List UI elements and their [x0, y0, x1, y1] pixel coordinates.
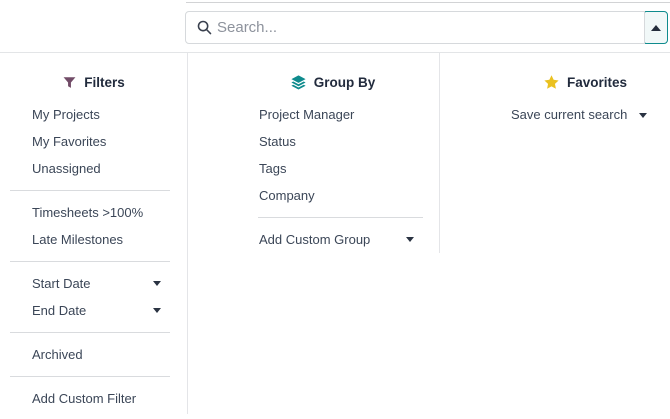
add-custom-filter-item[interactable]: Add Custom Filter [0, 385, 187, 412]
search-options-panel: Filters My Projects My Favorites Unassig… [0, 52, 670, 414]
caret-down-icon [406, 237, 414, 242]
groupby-item-company[interactable]: Company [188, 182, 439, 209]
groupby-title: Group By [314, 75, 376, 90]
add-custom-group-item[interactable]: Add Custom Group [188, 226, 439, 253]
favorites-header: Favorites [470, 72, 670, 92]
groupby-divider [258, 217, 423, 218]
groupby-header: Group By [207, 72, 458, 92]
filter-item-my-favorites[interactable]: My Favorites [0, 128, 187, 155]
add-custom-group-label: Add Custom Group [259, 232, 370, 247]
filters-divider-1 [10, 190, 170, 191]
filter-item-end-date-label: End Date [32, 303, 86, 318]
search-icon [196, 19, 213, 36]
caret-down-icon [153, 308, 161, 313]
save-current-search-label: Save current search [511, 107, 627, 122]
favorites-title: Favorites [567, 75, 627, 90]
filters-divider-3 [10, 332, 170, 333]
groupby-item-status[interactable]: Status [188, 128, 439, 155]
search-input[interactable] [185, 11, 645, 44]
filter-funnel-icon [62, 75, 77, 90]
save-current-search-item[interactable]: Save current search [440, 101, 670, 128]
caret-up-icon [651, 25, 661, 31]
groupby-item-tags[interactable]: Tags [188, 155, 439, 182]
filter-item-timesheets[interactable]: Timesheets >100% [0, 199, 187, 226]
search-input-wrap [185, 11, 645, 44]
filters-title: Filters [84, 75, 125, 90]
search-bar [185, 11, 668, 44]
filter-item-start-date-label: Start Date [32, 276, 91, 291]
filter-item-start-date[interactable]: Start Date [0, 270, 187, 297]
filters-column: Filters My Projects My Favorites Unassig… [0, 53, 188, 414]
filter-item-end-date[interactable]: End Date [0, 297, 187, 324]
layers-icon [290, 74, 307, 91]
filter-item-unassigned[interactable]: Unassigned [0, 155, 187, 182]
filter-item-my-projects[interactable]: My Projects [0, 101, 187, 128]
filters-header: Filters [0, 72, 187, 92]
filters-divider-2 [10, 261, 170, 262]
groupby-column: Group By Project Manager Status Tags Com… [188, 53, 440, 253]
filters-divider-4 [10, 376, 170, 377]
favorites-column: Favorites Save current search [440, 53, 670, 128]
search-dropdown-screen: Filters My Projects My Favorites Unassig… [0, 0, 670, 419]
caret-down-icon [153, 281, 161, 286]
filter-item-late-milestones[interactable]: Late Milestones [0, 226, 187, 253]
star-icon [543, 74, 560, 91]
filter-item-archived[interactable]: Archived [0, 341, 187, 368]
caret-down-icon [639, 113, 647, 118]
groupby-item-project-manager[interactable]: Project Manager [188, 101, 439, 128]
top-divider [186, 2, 670, 3]
search-options-toggle-button[interactable] [644, 11, 668, 44]
